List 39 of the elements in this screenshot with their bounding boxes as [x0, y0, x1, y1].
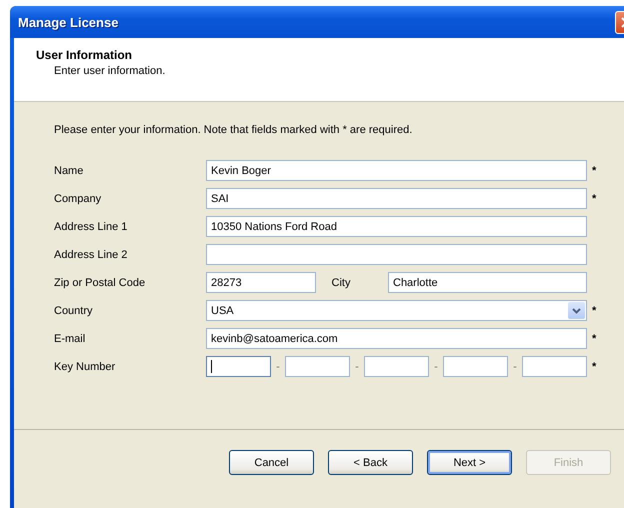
separator: - — [512, 360, 518, 372]
header-subtitle: Enter user information. — [53, 65, 166, 77]
chevron-down-icon[interactable] — [568, 302, 585, 319]
city-field[interactable]: Charlotte — [388, 272, 587, 293]
header-title: User Information — [36, 48, 134, 62]
key-field[interactable] — [364, 356, 429, 377]
wizard-button[interactable]: < Back — [328, 450, 413, 475]
country-dropdown[interactable]: USA — [206, 300, 587, 321]
field-label: Zip or Postal Code — [54, 276, 146, 288]
window-title: Manage License — [18, 14, 118, 30]
required-mark: * — [592, 304, 596, 316]
required-mark: * — [592, 164, 596, 176]
instructions-text: Please enter your information. Note that fields marked with * are required. — [54, 124, 414, 136]
zip-field[interactable]: 28273 — [206, 272, 316, 293]
separator: - — [354, 360, 360, 372]
key-field[interactable] — [443, 356, 508, 377]
field-label: Address Line 2 — [54, 248, 128, 260]
wizard-button[interactable]: Cancel — [229, 450, 314, 475]
key-field[interactable] — [285, 356, 350, 377]
field-label: Company — [54, 192, 102, 204]
text-field[interactable] — [206, 244, 587, 265]
text-field[interactable]: SAI — [206, 188, 587, 209]
required-mark: * — [592, 360, 596, 372]
field-label: Country — [54, 304, 94, 316]
text-field[interactable]: Kevin Boger — [206, 160, 587, 181]
field-label: Key Number — [54, 360, 116, 372]
key-field[interactable] — [206, 356, 271, 377]
separator: - — [275, 360, 281, 372]
text-field[interactable]: 10350 Nations Ford Road — [206, 216, 587, 237]
field-label: Name — [54, 164, 84, 176]
wizard-button[interactable]: Next > — [427, 450, 512, 475]
required-mark: * — [592, 192, 596, 204]
key-field[interactable] — [522, 356, 587, 377]
text-field[interactable]: kevinb@satoamerica.com — [206, 328, 587, 349]
separator: - — [433, 360, 439, 372]
field-label: E-mail — [54, 332, 86, 344]
required-mark: * — [592, 332, 596, 344]
field-label: City — [330, 276, 352, 288]
field-label: Address Line 1 — [54, 220, 128, 232]
